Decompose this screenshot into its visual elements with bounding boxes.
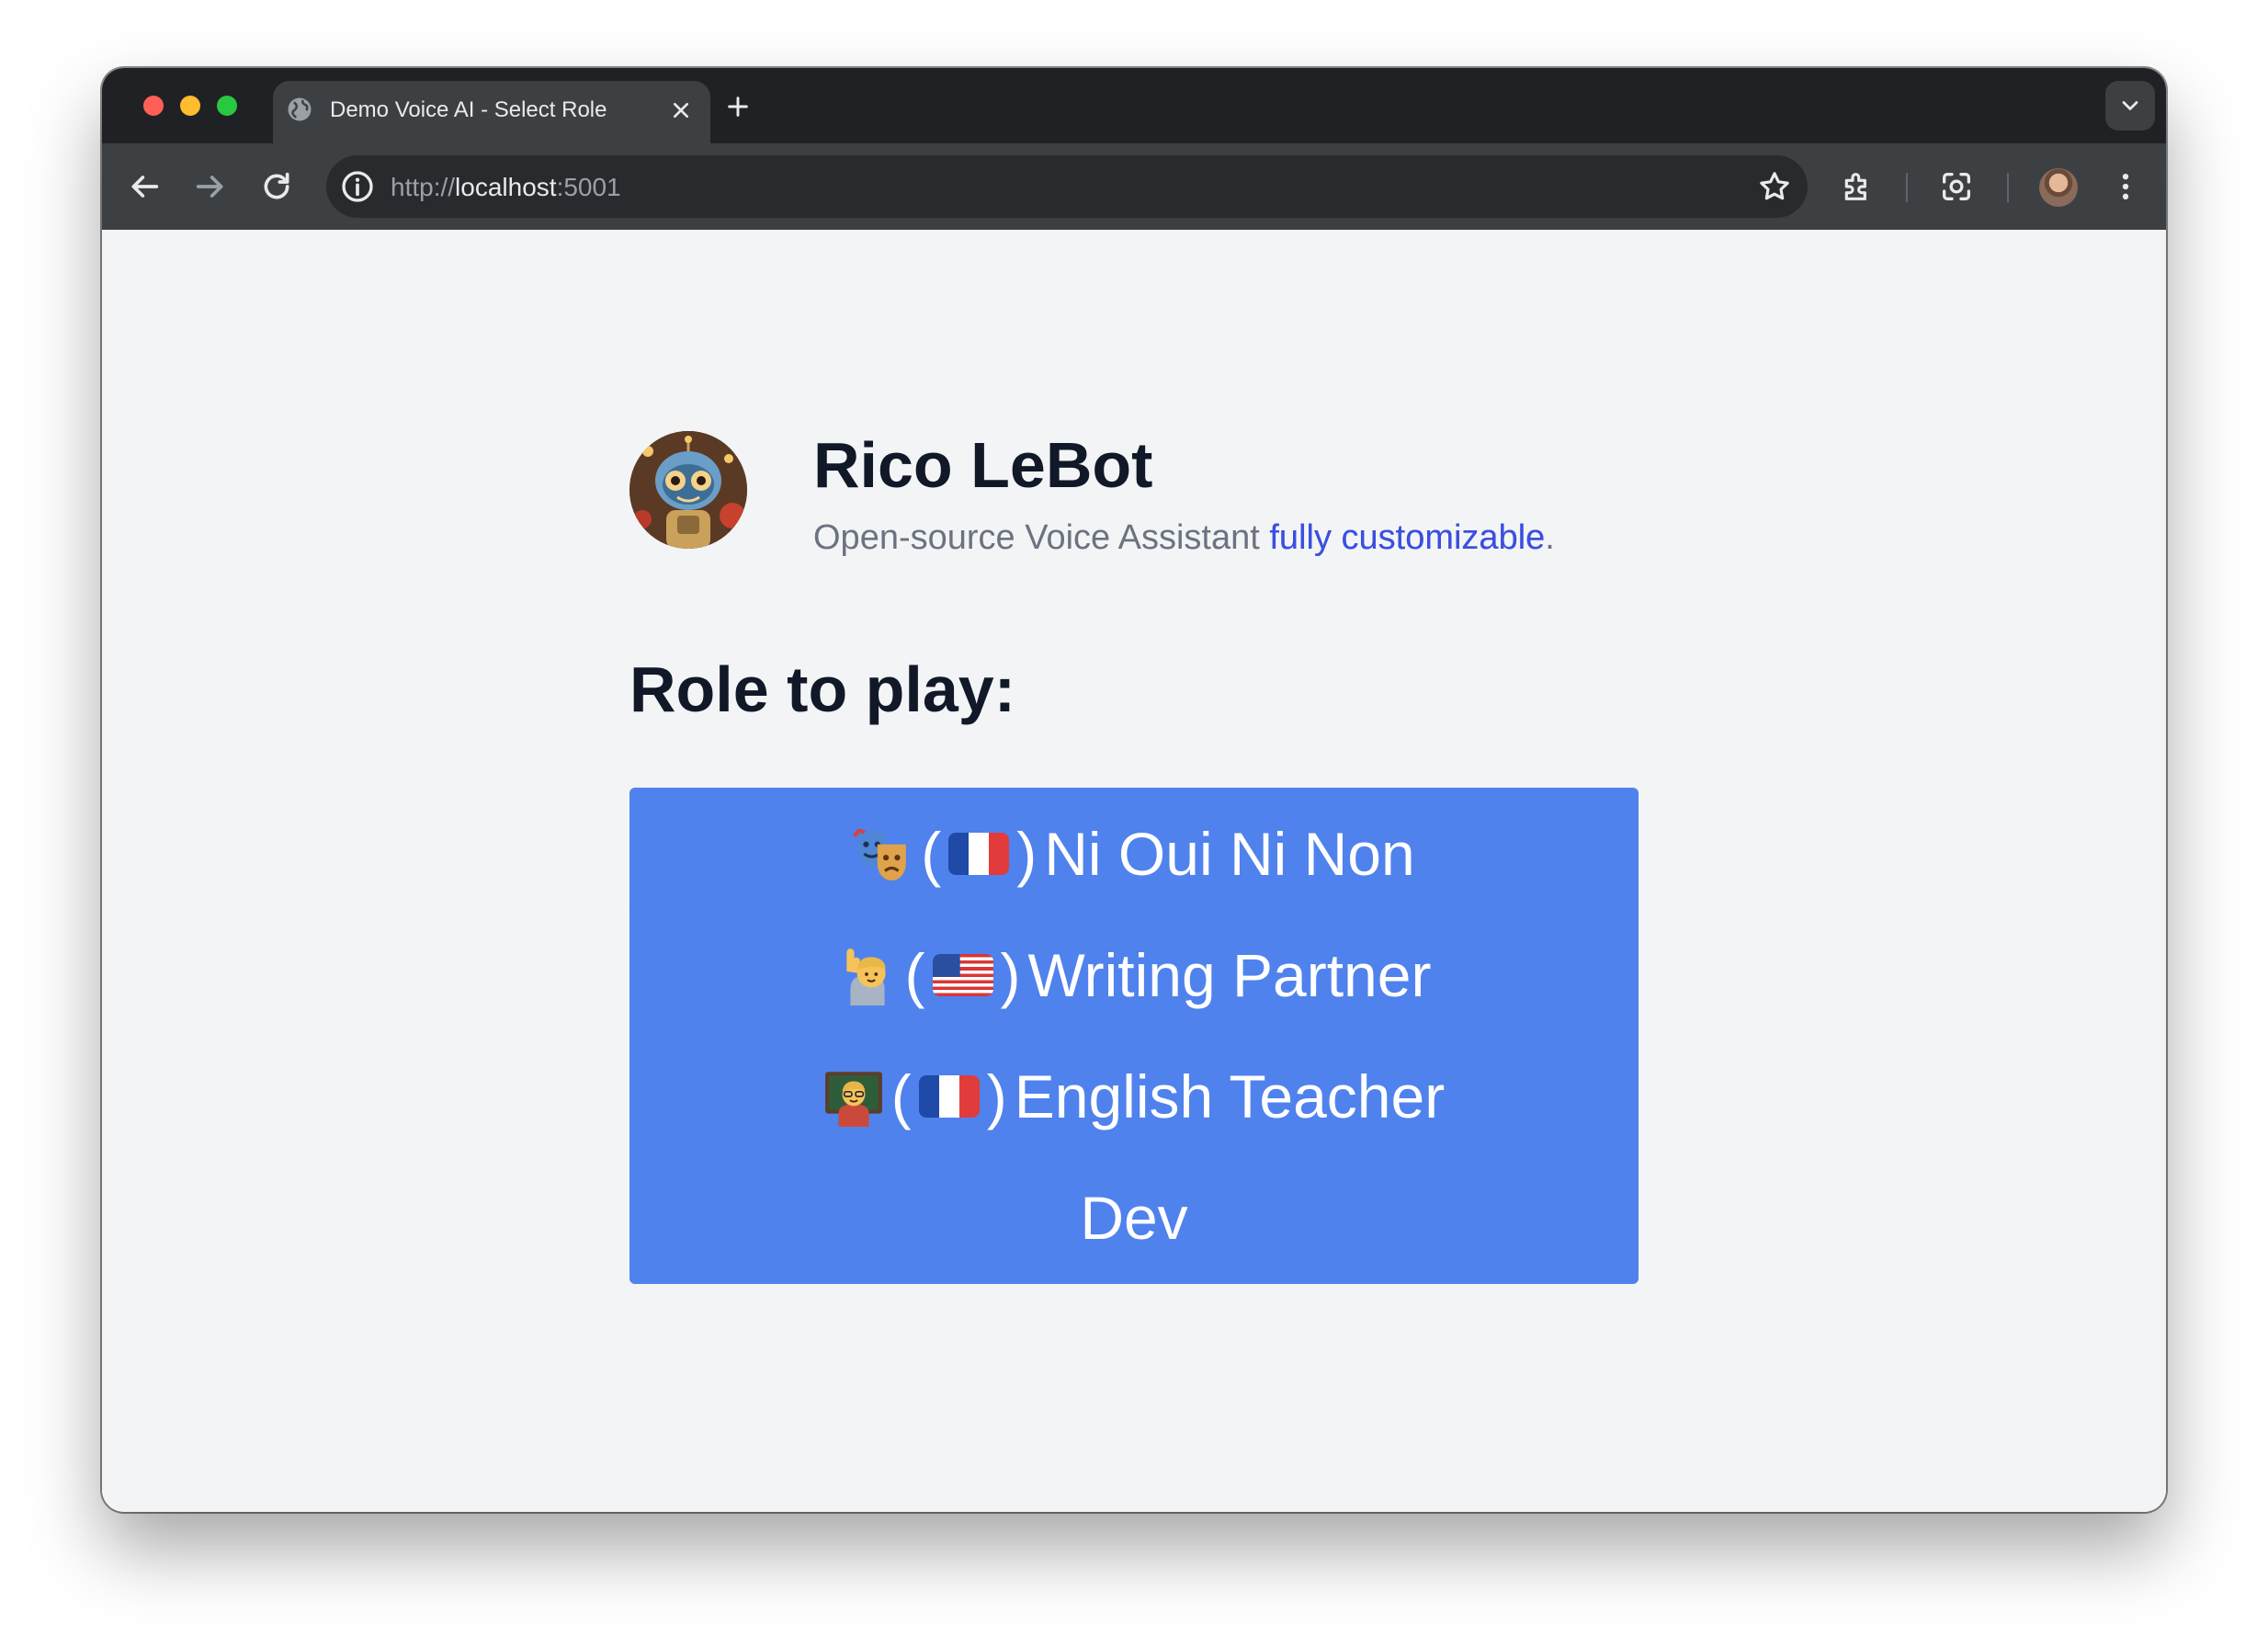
- chevron-down-icon: [2122, 101, 2138, 110]
- address-bar[interactable]: http://localhost:5001: [326, 155, 1808, 218]
- tab-title: Demo Voice AI - Select Role: [330, 97, 607, 122]
- section-heading: Role to play:: [629, 653, 1016, 725]
- robot-avatar: [629, 431, 747, 549]
- toolbar-divider: [1906, 173, 1908, 202]
- active-tab[interactable]: Demo Voice AI - Select Role: [273, 81, 710, 143]
- role-button-dev[interactable]: Dev: [629, 1152, 1639, 1284]
- forward-arrow-icon[interactable]: [192, 168, 229, 205]
- usa-flag-icon: [932, 954, 993, 996]
- role-button-text: Writing Partner: [1027, 941, 1432, 1009]
- url-scheme: http://: [391, 173, 456, 201]
- role-button-label-close: ): [1016, 820, 1038, 888]
- new-tab-icon[interactable]: [723, 92, 753, 121]
- back-arrow-icon[interactable]: [126, 168, 163, 205]
- subtitle-end: .: [1545, 518, 1555, 557]
- tab-search-button[interactable]: [2105, 81, 2155, 131]
- role-button-text: English Teacher: [1014, 1062, 1446, 1130]
- close-window-button[interactable]: [143, 96, 164, 116]
- url-port: :5001: [556, 173, 621, 201]
- minimize-window-button[interactable]: [180, 96, 200, 116]
- subtitle-text: Open-source Voice Assistant: [813, 518, 1270, 557]
- france-flag-icon: [948, 833, 1010, 875]
- url-host: localhost: [455, 173, 557, 201]
- site-info-icon[interactable]: [339, 168, 376, 205]
- page-content: Rico LeBot Open-source Voice Assistant f…: [102, 230, 2166, 1512]
- browser-window: Demo Voice AI - Select Role http://local…: [102, 68, 2166, 1512]
- globe-icon: [288, 97, 312, 121]
- app-title: Rico LeBot: [813, 429, 1153, 501]
- teacher-icon: [823, 1066, 884, 1127]
- role-button-english-teacher[interactable]: () English Teacher: [629, 1030, 1639, 1163]
- role-button-label: (: [921, 820, 942, 888]
- url-text[interactable]: http://localhost:5001: [391, 173, 621, 202]
- google-lens-icon[interactable]: [1938, 168, 1975, 205]
- bookmark-star-icon[interactable]: [1756, 168, 1793, 205]
- role-button-label: (: [904, 941, 925, 1009]
- role-button-ni-oui-ni-non[interactable]: () Ni Oui Ni Non: [629, 788, 1639, 920]
- france-flag-icon: [918, 1075, 980, 1118]
- extensions-puzzle-icon[interactable]: [1839, 168, 1876, 205]
- profile-avatar[interactable]: [2039, 168, 2078, 207]
- role-button-writing-partner[interactable]: () Writing Partner: [629, 909, 1639, 1041]
- reload-icon[interactable]: [258, 168, 295, 205]
- role-button-text: Ni Oui Ni Non: [1044, 820, 1415, 888]
- toolbar-divider: [2007, 173, 2009, 202]
- close-tab-icon[interactable]: [666, 96, 696, 125]
- person-raising-hand-icon: [837, 945, 898, 1005]
- role-button-label-close: ): [986, 1062, 1007, 1130]
- app-subtitle: Open-source Voice Assistant fully custom…: [813, 518, 1555, 558]
- role-button-text: Dev: [1080, 1184, 1188, 1252]
- browser-toolbar: http://localhost:5001: [102, 143, 2166, 230]
- performing-arts-icon: [853, 824, 913, 884]
- role-button-label: (: [890, 1062, 912, 1130]
- more-menu-icon[interactable]: [2107, 168, 2144, 205]
- maximize-window-button[interactable]: [217, 96, 237, 116]
- subtitle-highlight: fully customizable: [1269, 518, 1546, 557]
- role-button-label-close: ): [1000, 941, 1021, 1009]
- tab-strip: Demo Voice AI - Select Role: [102, 68, 2166, 143]
